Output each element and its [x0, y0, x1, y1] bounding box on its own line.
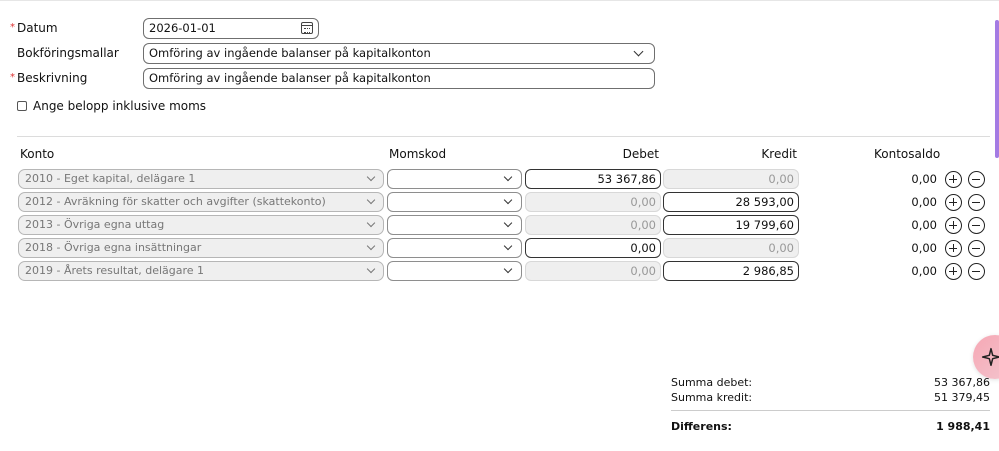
differens-value: 1 988,41 — [936, 420, 990, 433]
konto-select[interactable]: 2010 - Eget kapital, delägare 1 — [18, 169, 384, 189]
minus-circle-icon[interactable] — [968, 171, 985, 188]
assistant-button[interactable] — [973, 335, 999, 379]
kredit-input[interactable]: 19 799,60 — [663, 215, 799, 235]
kontosaldo-value: 0,00 — [911, 195, 937, 209]
plus-circle-icon[interactable] — [945, 217, 962, 234]
beskrivning-label-text: Beskrivning — [17, 71, 88, 85]
kredit-input: 0,00 — [663, 238, 799, 258]
datum-label: * Datum — [10, 18, 58, 38]
datum-input[interactable]: 2026-01-01 — [143, 18, 319, 39]
header-debet: Debet — [622, 147, 659, 161]
konto-select[interactable]: 2013 - Övriga egna uttag — [18, 215, 384, 235]
datum-label-text: Datum — [17, 21, 58, 35]
summa-debet-label: Summa debet: — [671, 376, 753, 389]
chevron-down-icon — [633, 46, 644, 57]
konto-value: 2019 - Årets resultat, delägare 1 — [25, 264, 205, 277]
chevron-down-icon — [366, 241, 376, 251]
momskod-select[interactable] — [387, 261, 522, 281]
summa-kredit-label: Summa kredit: — [671, 391, 753, 404]
debet-input: 0,00 — [525, 192, 661, 212]
kontosaldo-value: 0,00 — [911, 172, 937, 186]
kontosaldo-value: 0,00 — [911, 241, 937, 255]
debet-input[interactable]: 53 367,86 — [525, 169, 661, 189]
momskod-select[interactable] — [387, 238, 522, 258]
konto-value: 2012 - Avräkning för skatter och avgifte… — [25, 195, 326, 208]
konto-select[interactable]: 2018 - Övriga egna insättningar — [18, 238, 384, 258]
header-momskod: Momskod — [389, 147, 447, 161]
debet-input[interactable]: 0,00 — [525, 238, 661, 258]
calendar-icon[interactable] — [301, 22, 313, 34]
kredit-input[interactable]: 28 593,00 — [663, 192, 799, 212]
kredit-input[interactable]: 2 986,85 — [663, 261, 799, 281]
differens-label: Differens: — [671, 420, 732, 433]
momskod-select[interactable] — [387, 192, 522, 212]
konto-value: 2013 - Övriga egna uttag — [25, 218, 165, 231]
chevron-down-icon — [503, 264, 513, 274]
minus-circle-icon[interactable] — [968, 217, 985, 234]
datum-value: 2026-01-01 — [149, 21, 216, 35]
chevron-down-icon — [503, 195, 513, 205]
required-marker: * — [10, 72, 15, 83]
moms-checkbox[interactable] — [17, 101, 27, 111]
plus-circle-icon[interactable] — [945, 171, 962, 188]
chevron-down-icon — [503, 172, 513, 182]
minus-circle-icon[interactable] — [968, 240, 985, 257]
plus-circle-icon[interactable] — [945, 240, 962, 257]
momskod-select[interactable] — [387, 215, 522, 235]
header-kredit: Kredit — [761, 147, 797, 161]
chevron-down-icon — [503, 241, 513, 251]
summary-divider — [671, 410, 990, 411]
konto-value: 2010 - Eget kapital, delägare 1 — [25, 172, 196, 185]
chevron-down-icon — [503, 218, 513, 228]
beskrivning-value: Omföring av ingående balanser på kapital… — [149, 71, 431, 85]
minus-circle-icon[interactable] — [968, 263, 985, 280]
section-divider — [17, 136, 990, 137]
required-marker: * — [10, 22, 15, 33]
top-border — [0, 0, 999, 1]
chevron-down-icon — [366, 172, 376, 182]
chevron-down-icon — [366, 195, 376, 205]
beskrivning-label: * Beskrivning — [10, 68, 88, 88]
plus-circle-icon[interactable] — [945, 194, 962, 211]
header-konto: Konto — [20, 147, 55, 161]
debet-input: 0,00 — [525, 261, 661, 281]
header-kontosaldo: Kontosaldo — [874, 147, 941, 161]
kontosaldo-value: 0,00 — [911, 218, 937, 232]
summa-kredit-value: 51 379,45 — [934, 391, 990, 404]
minus-circle-icon[interactable] — [968, 194, 985, 211]
konto-select[interactable]: 2019 - Årets resultat, delägare 1 — [18, 261, 384, 281]
konto-select[interactable]: 2012 - Avräkning för skatter och avgifte… — [18, 192, 384, 212]
kredit-input: 0,00 — [663, 169, 799, 189]
summa-debet-value: 53 367,86 — [934, 376, 990, 389]
beskrivning-input[interactable]: Omföring av ingående balanser på kapital… — [143, 68, 655, 89]
konto-value: 2018 - Övriga egna insättningar — [25, 241, 202, 254]
mallar-label: Bokföringsmallar — [17, 46, 119, 60]
scrollbar-thumb[interactable] — [995, 20, 999, 158]
debet-input: 0,00 — [525, 215, 661, 235]
moms-checkbox-label[interactable]: Ange belopp inklusive moms — [33, 96, 206, 116]
sparkle-icon — [981, 347, 999, 367]
mallar-select[interactable]: Omföring av ingående balanser på kapital… — [143, 43, 655, 64]
mallar-value: Omföring av ingående balanser på kapital… — [149, 46, 431, 60]
chevron-down-icon — [366, 218, 376, 228]
chevron-down-icon — [366, 264, 376, 274]
momskod-select[interactable] — [387, 169, 522, 189]
kontosaldo-value: 0,00 — [911, 264, 937, 278]
plus-circle-icon[interactable] — [945, 263, 962, 280]
